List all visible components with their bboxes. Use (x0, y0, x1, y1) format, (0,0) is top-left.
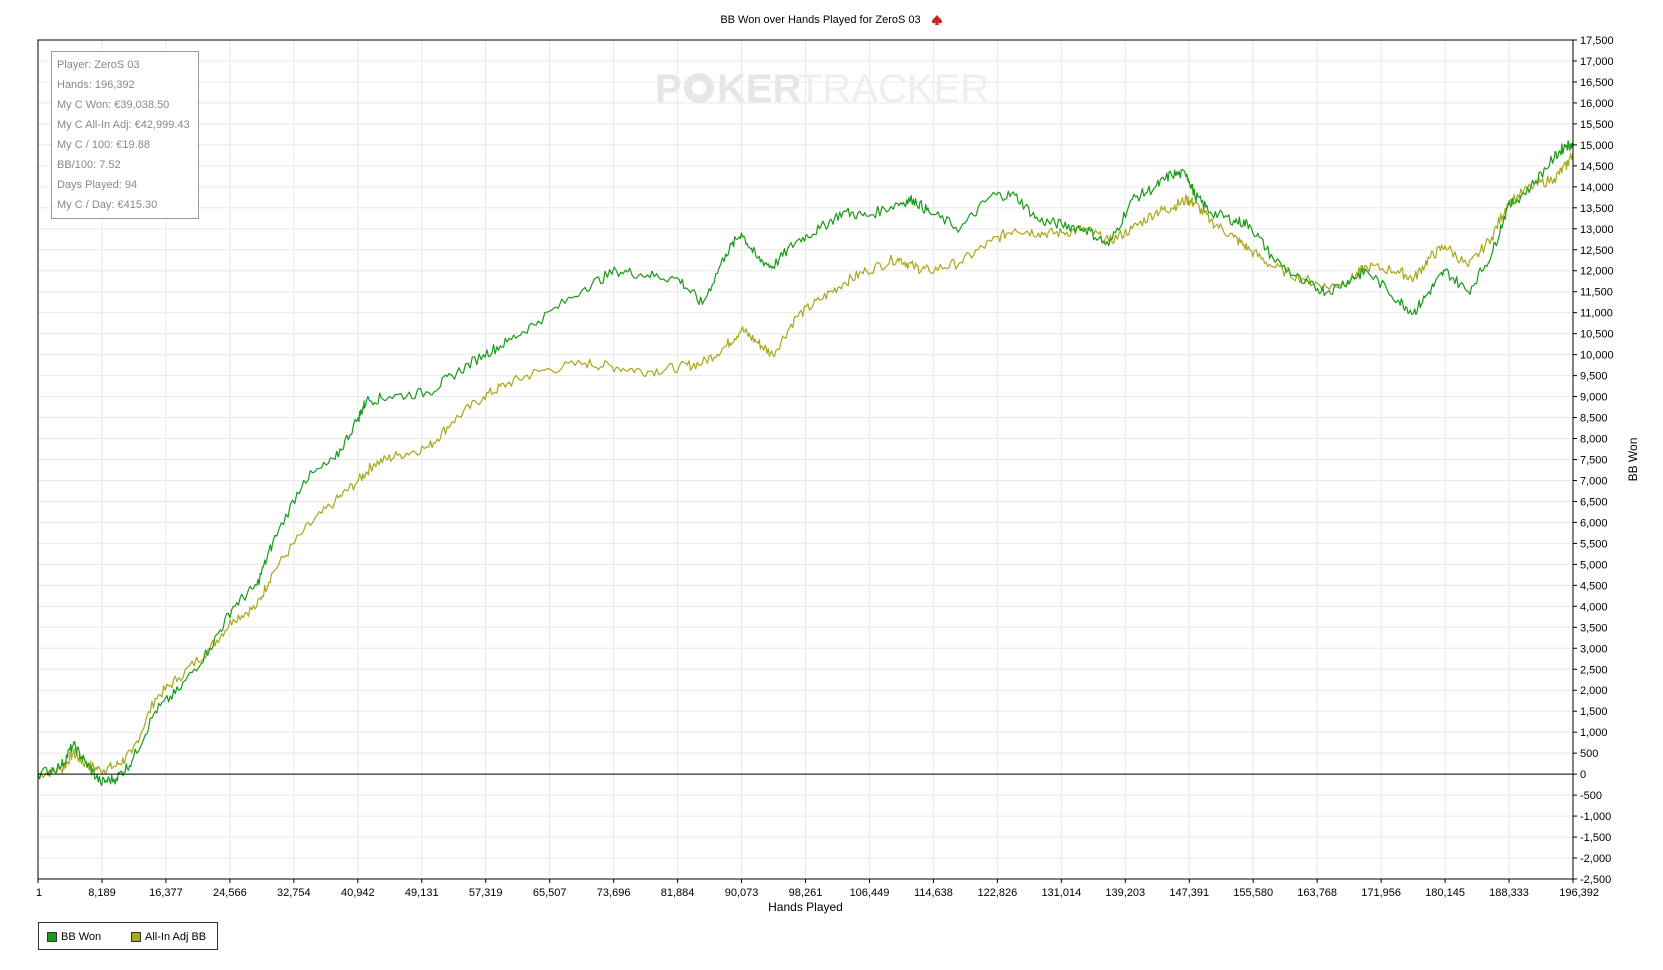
y-tick-label: 16,500 (1580, 77, 1614, 89)
x-tick-label: 32,754 (277, 887, 311, 899)
y-tick-label: 16,000 (1580, 98, 1614, 110)
y-tick-label: 0 (1580, 769, 1586, 781)
y-tick-label: -500 (1580, 790, 1602, 802)
x-tick-label: 40,942 (341, 887, 375, 899)
legend-label-bb-won: BB Won (61, 931, 102, 943)
watermark-text-2: KER (717, 67, 802, 111)
x-tick-label: 16,377 (149, 887, 183, 899)
y-tick-label: 12,500 (1580, 245, 1614, 257)
y-tick-label: 13,500 (1580, 203, 1614, 215)
x-tick-label: 98,261 (789, 887, 823, 899)
x-tick-label: 131,014 (1041, 887, 1081, 899)
x-tick-label: 180,145 (1425, 887, 1465, 899)
y-tick-label: -1,000 (1580, 811, 1611, 823)
stat-days-played: Days Played: 94 (57, 179, 138, 191)
y-tick-label: 10,000 (1580, 350, 1614, 362)
y-tick-label: 11,500 (1580, 287, 1613, 299)
x-tick-label: 73,696 (597, 887, 631, 899)
x-tick-label: 1 (36, 887, 42, 899)
legend-item-allin-adj[interactable]: All-In Adj BB (131, 931, 206, 943)
y-tick-label: 8,500 (1580, 413, 1608, 425)
y-tick-label: 7,000 (1580, 475, 1608, 487)
x-tick-label: 81,884 (661, 887, 695, 899)
x-tick-label: 147,391 (1169, 887, 1209, 899)
legend-item-bb-won[interactable]: BB Won (47, 931, 101, 943)
y-tick-label: 1,000 (1580, 727, 1608, 739)
y-tick-label: 10,500 (1580, 329, 1614, 341)
stat-player: Player: ZeroS 03 (57, 59, 140, 71)
watermark-text-1: P (655, 67, 682, 111)
x-tick-label: 65,507 (533, 887, 567, 899)
x-tick-label: 155,580 (1233, 887, 1273, 899)
x-tick-label: 106,449 (850, 887, 890, 899)
x-tick-label: 163,768 (1297, 887, 1337, 899)
y-tick-label: 1,500 (1580, 706, 1608, 718)
y-tick-label: 7,500 (1580, 455, 1608, 467)
x-tick-label: 90,073 (725, 887, 759, 899)
y-tick-label: 13,000 (1580, 224, 1614, 236)
x-tick-label: 57,319 (469, 887, 503, 899)
legend-label-allin-adj: All-In Adj BB (145, 931, 207, 943)
y-tick-label: -1,500 (1580, 832, 1611, 844)
stat-allin-adj: My C All-In Adj: €42,999.43 (57, 119, 190, 131)
x-tick-label: 24,566 (213, 887, 247, 899)
y-tick-label: 15,000 (1580, 140, 1614, 152)
stat-money-per-day: My C / Day: €415.30 (57, 199, 158, 211)
y-tick-label: 6,000 (1580, 517, 1608, 529)
y-tick-label: 9,500 (1580, 371, 1608, 383)
y-tick-label: 4,500 (1580, 580, 1608, 592)
y-tick-label: 8,000 (1580, 434, 1608, 446)
y-tick-label: -2,000 (1580, 853, 1611, 865)
x-tick-label: 122,826 (977, 887, 1017, 899)
x-axis-label: Hands Played (768, 900, 843, 914)
y-tick-label: 9,000 (1580, 392, 1608, 404)
legend-swatch-allin-adj (131, 932, 141, 942)
axes: 17,50017,00016,50016,00015,50015,00014,5… (36, 35, 1640, 914)
line-chart: P KER TRACKER 17,50017,00016,50016,00015… (36, 35, 1640, 914)
stats-panel: Player: ZeroS 03 Hands: 196,392 My C Won… (51, 51, 199, 219)
stat-hands: Hands: 196,392 (57, 79, 135, 91)
watermark-text-3: TRACKER (798, 67, 989, 111)
x-tick-label: 8,189 (88, 887, 116, 899)
poker-chip-center (692, 81, 706, 95)
y-tick-label: 17,000 (1580, 56, 1614, 68)
legend: BB Won All-In Adj BB (38, 922, 218, 950)
pokertracker-watermark: P KER TRACKER (655, 67, 989, 111)
x-tick-label: 49,131 (405, 887, 439, 899)
x-tick-label: 114,638 (914, 887, 953, 899)
y-tick-label: 14,000 (1580, 182, 1614, 194)
y-tick-label: 5,500 (1580, 538, 1608, 550)
y-tick-label: 3,000 (1580, 643, 1608, 655)
y-tick-label: 11,000 (1580, 308, 1613, 320)
x-tick-label: 171,956 (1361, 887, 1401, 899)
y-tick-label: -2,500 (1580, 874, 1611, 886)
y-tick-label: 500 (1580, 748, 1598, 760)
y-tick-label: 3,500 (1580, 622, 1608, 634)
y-axis-label: BB Won (1626, 438, 1640, 482)
y-tick-label: 15,500 (1580, 119, 1614, 131)
stat-money-per-100: My C / 100: €19.88 (57, 139, 150, 151)
y-tick-label: 2,000 (1580, 685, 1608, 697)
y-tick-label: 5,000 (1580, 559, 1608, 571)
legend-swatch-bb-won (47, 932, 57, 942)
grid (37, 39, 1574, 880)
y-tick-label: 12,000 (1580, 266, 1614, 278)
x-tick-label: 188,333 (1489, 887, 1529, 899)
x-tick-label: 139,203 (1105, 887, 1145, 899)
x-tick-label: 196,392 (1559, 887, 1599, 899)
y-tick-label: 17,500 (1580, 35, 1614, 47)
y-tick-label: 6,500 (1580, 496, 1608, 508)
stat-bb-per-100: BB/100: 7.52 (57, 159, 121, 171)
y-tick-label: 2,500 (1580, 664, 1608, 676)
stat-money-won: My C Won: €39,038.50 (57, 99, 170, 111)
y-tick-label: 4,000 (1580, 601, 1608, 613)
y-tick-label: 14,500 (1580, 161, 1614, 173)
